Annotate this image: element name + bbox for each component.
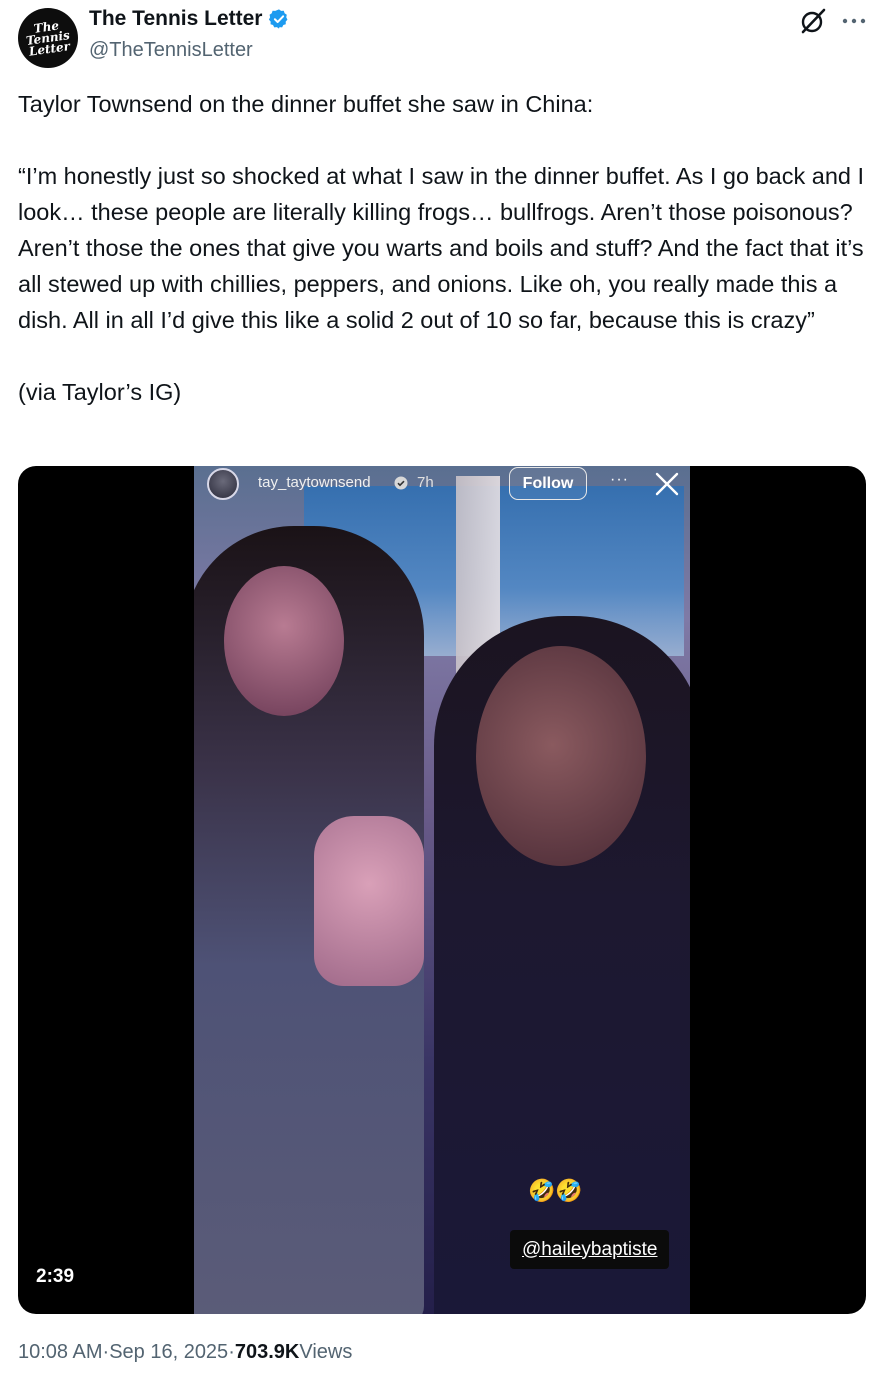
mention-tag: @haileybaptiste bbox=[510, 1230, 670, 1269]
person-left-face bbox=[224, 566, 344, 716]
story-more-icon: ··· bbox=[610, 471, 629, 488]
story-close-icon bbox=[655, 472, 679, 496]
views-count[interactable]: 703.9K bbox=[235, 1341, 300, 1364]
person-right-face bbox=[476, 646, 646, 866]
tweet-paragraph-2: “I’m honestly just so shocked at what I … bbox=[18, 163, 865, 333]
separator: · bbox=[102, 1341, 110, 1363]
views-label: Views bbox=[299, 1341, 353, 1363]
more-options-icon[interactable] bbox=[840, 9, 868, 33]
story-avatar bbox=[207, 468, 239, 500]
author-avatar[interactable]: The Tennis Letter bbox=[18, 8, 78, 68]
author-display-name[interactable]: The Tennis Letter bbox=[89, 7, 262, 31]
avatar-logo-text: The Tennis Letter bbox=[25, 17, 71, 59]
story-time: 7h bbox=[417, 474, 434, 491]
tweet-time[interactable]: 10:08 AM bbox=[18, 1341, 103, 1364]
grok-icon[interactable] bbox=[799, 7, 827, 35]
hand-gesture bbox=[314, 816, 424, 986]
video-player[interactable]: tay_taytownsend 7h Follow ··· 🤣🤣 @hailey… bbox=[18, 466, 866, 1314]
verified-badge-icon bbox=[269, 9, 288, 29]
story-username: tay_taytownsend bbox=[258, 474, 371, 491]
story-verified-icon bbox=[394, 476, 408, 490]
tweet-text: Taylor Townsend on the dinner buffet she… bbox=[18, 86, 868, 410]
video-duration: 2:39 bbox=[36, 1266, 75, 1287]
author-handle[interactable]: @TheTennisLetter bbox=[89, 39, 253, 62]
tweet-metadata: 10:08 AM · Sep 16, 2025 · 703.9K Views bbox=[18, 1341, 352, 1364]
tweet-date[interactable]: Sep 16, 2025 bbox=[109, 1341, 228, 1364]
story-follow-button: Follow bbox=[509, 467, 587, 500]
author-name-row: The Tennis Letter bbox=[89, 7, 290, 31]
tweet-paragraph-3: (via Taylor’s IG) bbox=[18, 379, 182, 405]
separator: · bbox=[228, 1341, 235, 1363]
laughing-emoji: 🤣🤣 bbox=[528, 1179, 583, 1204]
tweet-paragraph-1: Taylor Townsend on the dinner buffet she… bbox=[18, 91, 594, 117]
video-frame: tay_taytownsend 7h Follow ··· 🤣🤣 @hailey… bbox=[194, 466, 690, 1314]
